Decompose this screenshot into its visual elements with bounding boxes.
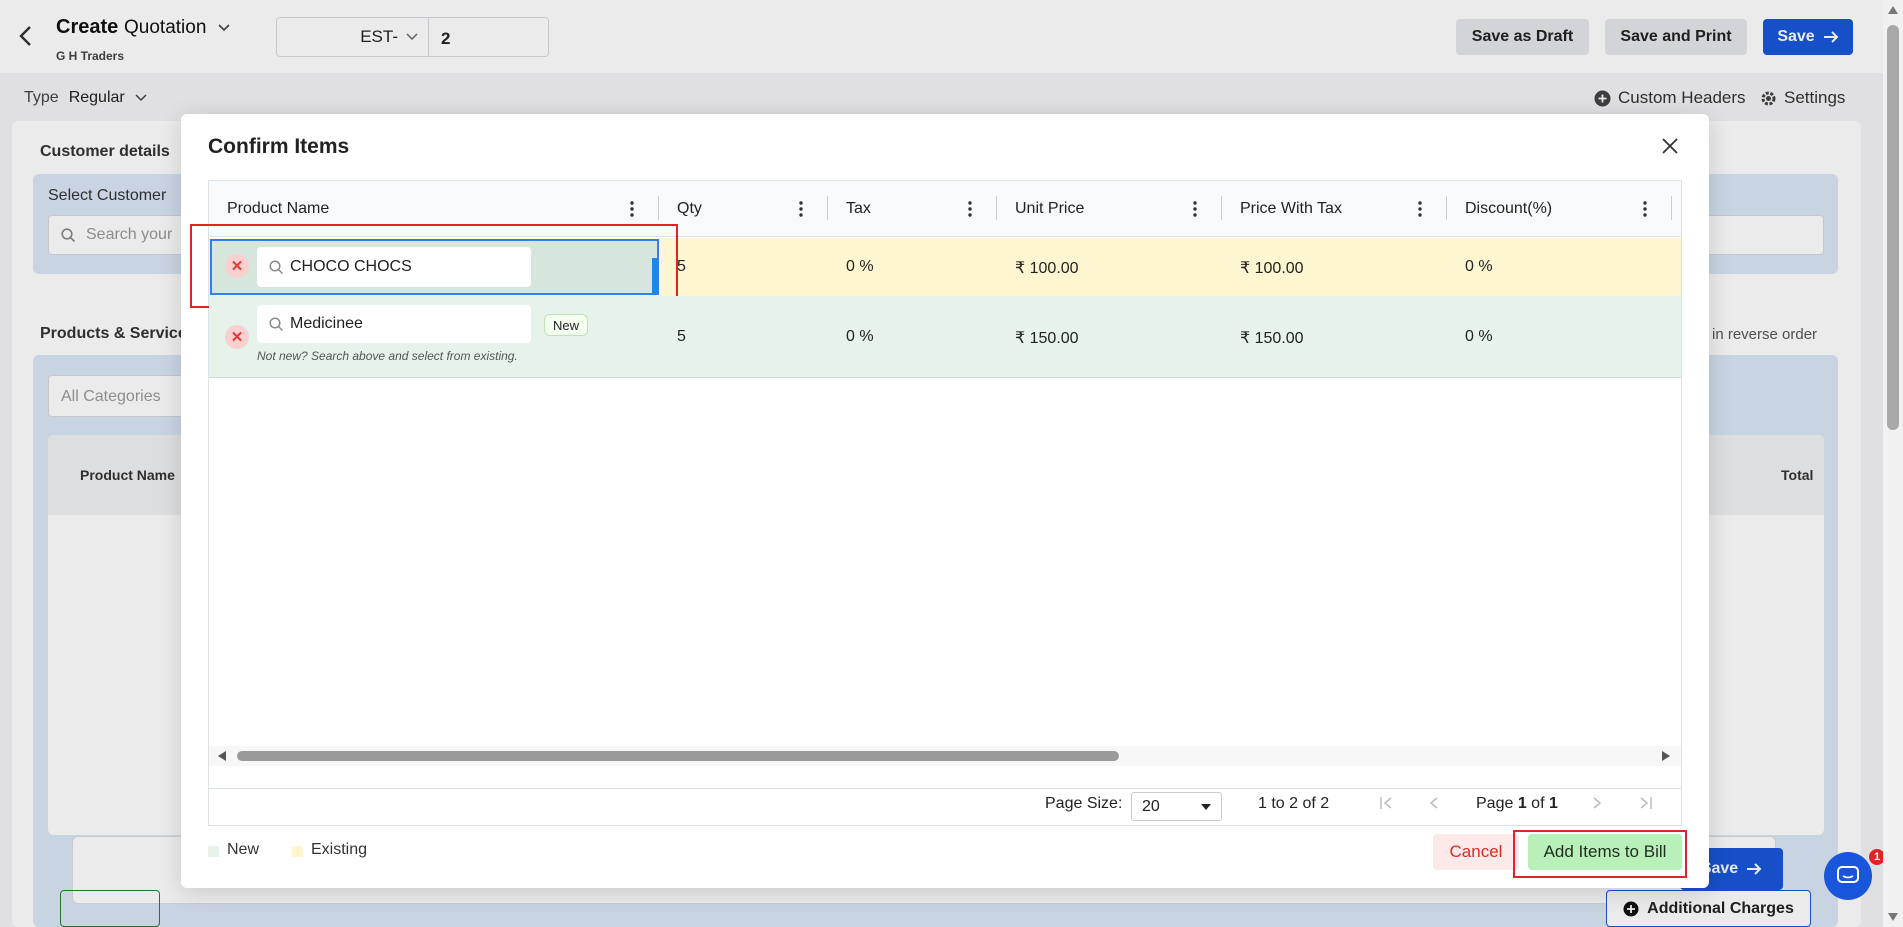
- column-menu-icon[interactable]: [1193, 201, 1197, 217]
- column-divider[interactable]: [1671, 196, 1672, 220]
- unit-price-cell[interactable]: ₹ 150.00: [1015, 328, 1079, 348]
- page-size-value: 20: [1142, 797, 1160, 815]
- qty-cell[interactable]: 5: [677, 328, 686, 346]
- column-menu-icon[interactable]: [968, 201, 972, 217]
- page-total: 1: [1548, 795, 1558, 812]
- column-menu-icon[interactable]: [1418, 201, 1422, 217]
- page-indicator: Page 1 of 1: [1476, 795, 1558, 812]
- range-to: 2: [1289, 795, 1299, 812]
- column-menu-icon[interactable]: [799, 201, 803, 217]
- column-divider[interactable]: [1221, 196, 1222, 220]
- column-divider[interactable]: [658, 196, 659, 220]
- search-icon: [269, 316, 284, 332]
- page-scrollbar-thumb[interactable]: [1887, 25, 1899, 430]
- next-page-icon[interactable]: [1593, 797, 1601, 809]
- column-divider[interactable]: [996, 196, 997, 220]
- prev-page-icon[interactable]: [1430, 797, 1438, 809]
- cancel-button[interactable]: Cancel: [1433, 834, 1519, 870]
- page-current: 1: [1517, 795, 1527, 812]
- price-with-tax-cell[interactable]: ₹ 100.00: [1240, 258, 1304, 278]
- col-header-price-with-tax[interactable]: Price With Tax: [1240, 200, 1342, 218]
- discount-cell[interactable]: 0 %: [1465, 328, 1493, 346]
- col-header-product[interactable]: Product Name: [227, 200, 329, 218]
- column-divider[interactable]: [1446, 196, 1447, 220]
- first-page-icon[interactable]: [1380, 797, 1393, 809]
- tax-cell[interactable]: 0 %: [846, 328, 874, 346]
- discount-cell[interactable]: 0 %: [1465, 258, 1493, 276]
- scrollbar-thumb[interactable]: [237, 751, 1119, 761]
- scroll-up-icon[interactable]: [1888, 6, 1898, 14]
- remove-item-icon[interactable]: ✕: [225, 325, 249, 349]
- scroll-down-icon[interactable]: [1888, 913, 1898, 921]
- tax-cell[interactable]: 0 %: [846, 258, 874, 276]
- chat-widget[interactable]: [1824, 852, 1872, 900]
- legend-new-swatch: [208, 846, 219, 857]
- row-range: 1 to 2 of 2: [1258, 795, 1330, 812]
- legend-new-label: New: [227, 841, 260, 858]
- qty-cell[interactable]: 5: [677, 258, 686, 276]
- range-total: 2: [1320, 795, 1330, 812]
- range-from: 1: [1258, 795, 1267, 812]
- legend-existing-label: Existing: [311, 841, 368, 858]
- col-header-unit-price[interactable]: Unit Price: [1015, 200, 1084, 218]
- legend-existing-swatch: [292, 846, 303, 857]
- new-badge: New: [544, 314, 589, 336]
- product-name-value: Medicinee: [290, 315, 363, 332]
- not-new-hint: Not new? Search above and select from ex…: [257, 349, 518, 363]
- scroll-right-icon[interactable]: [1661, 751, 1670, 761]
- modal-title: Confirm Items: [208, 135, 350, 158]
- column-menu-icon[interactable]: [630, 201, 634, 217]
- column-menu-icon[interactable]: [1643, 201, 1647, 217]
- caret-down-icon: [1201, 803, 1211, 810]
- col-header-tax[interactable]: Tax: [846, 200, 871, 218]
- chat-icon: [1837, 866, 1859, 886]
- scroll-left-icon[interactable]: [218, 751, 227, 761]
- close-icon[interactable]: [1662, 138, 1678, 154]
- page-size-select[interactable]: 20: [1131, 792, 1222, 821]
- highlight-box: [1513, 830, 1687, 878]
- col-header-discount[interactable]: Discount(%): [1465, 200, 1552, 218]
- unit-price-cell[interactable]: ₹ 100.00: [1015, 258, 1079, 278]
- column-divider[interactable]: [827, 196, 828, 220]
- last-page-icon[interactable]: [1639, 797, 1652, 809]
- col-header-qty[interactable]: Qty: [677, 200, 702, 218]
- product-search-input[interactable]: Medicinee: [257, 305, 531, 343]
- page-size-label: Page Size:: [1045, 795, 1123, 812]
- price-with-tax-cell[interactable]: ₹ 150.00: [1240, 328, 1304, 348]
- pagination-bar: [209, 788, 1681, 825]
